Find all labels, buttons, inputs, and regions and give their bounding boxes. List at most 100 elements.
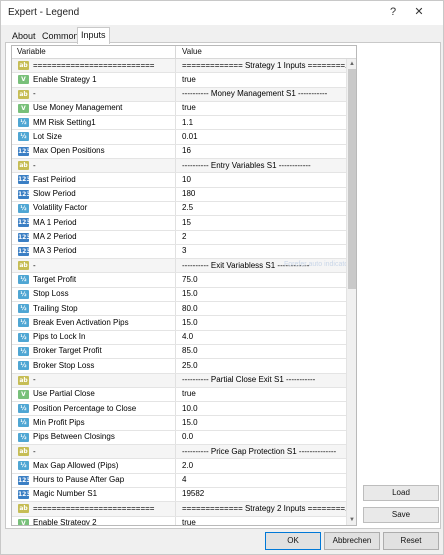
variable-value[interactable]: true <box>182 75 196 84</box>
variable-value[interactable]: 10 <box>182 175 191 184</box>
reset-button[interactable]: Reset <box>383 532 439 550</box>
table-row[interactable]: ½ MM Risk Setting1 1.1 <box>12 116 346 131</box>
tab-inputs[interactable]: Inputs <box>77 27 110 44</box>
variable-value[interactable]: 15.0 <box>182 418 198 427</box>
inputs-grid: Variable Value ab =======================… <box>11 45 357 526</box>
variable-value[interactable]: 0.01 <box>182 132 198 141</box>
help-icon[interactable]: ? <box>383 4 403 21</box>
table-row[interactable]: 123 Max Open Positions 16 <box>12 144 346 160</box>
table-row[interactable]: 123 Hours to Pause After Gap 4 <box>12 473 346 488</box>
variable-value[interactable]: ============= Strategy 2 Inputs ========… <box>182 504 352 513</box>
variable-name: Pips to Lock In <box>33 332 86 342</box>
tab-about[interactable]: About <box>9 29 39 43</box>
dbl-type-icon: ½ <box>18 346 29 356</box>
cell-divider <box>175 502 176 516</box>
table-row[interactable]: ½ Max Gap Allowed (Pips) 2.0 <box>12 459 346 474</box>
table-row[interactable]: ½ Trailing Stop 80.0 <box>12 302 346 317</box>
table-row[interactable]: ½ Lot Size 0.01 <box>12 130 346 145</box>
ab-type-icon: ab <box>18 89 29 99</box>
variable-value[interactable]: ---------- Partial Close Exit S1 -------… <box>182 375 315 384</box>
ab-type-icon: ab <box>18 261 29 271</box>
variable-value[interactable]: ---------- Money Management S1 ---------… <box>182 89 327 98</box>
variable-value[interactable]: 75.0 <box>182 275 198 284</box>
variable-name: Break Even Activation Pips <box>33 317 129 327</box>
variable-value[interactable]: 4.0 <box>182 332 193 341</box>
table-row[interactable]: 123 Magic Number S1 19582 <box>12 487 346 503</box>
variable-value[interactable]: 16 <box>182 146 191 155</box>
variable-value[interactable]: 4 <box>182 475 186 484</box>
variable-value[interactable]: 10.0 <box>182 404 198 413</box>
variable-value[interactable]: true <box>182 518 196 525</box>
variable-value[interactable]: 25.0 <box>182 361 198 370</box>
dbl-type-icon: ½ <box>18 304 29 314</box>
column-header-value[interactable]: Value <box>182 47 202 56</box>
variable-value[interactable]: 2.5 <box>182 203 193 212</box>
table-row[interactable]: V Enable Strategy 1 true <box>12 73 346 88</box>
cell-divider <box>175 330 176 344</box>
vertical-scrollbar[interactable]: ▲ ▼ <box>346 59 356 525</box>
table-row[interactable]: ½ Min Profit Pips 15.0 <box>12 416 346 431</box>
variable-value[interactable]: 2 <box>182 232 186 241</box>
ok-button[interactable]: OK <box>265 532 321 550</box>
table-row[interactable]: 123 MA 3 Period 3 <box>12 244 346 260</box>
table-row[interactable]: ½ Volatility Factor 2.5 <box>12 201 346 217</box>
cancel-button[interactable]: Abbrechen <box>324 532 380 550</box>
variable-value[interactable]: 15.0 <box>182 289 198 298</box>
variable-value[interactable]: 1.1 <box>182 118 193 127</box>
tab-common[interactable]: Common <box>39 29 82 43</box>
table-row[interactable]: ab - ---------- Money Management S1 ------… <box>12 87 346 102</box>
int-type-icon: 123 <box>18 489 31 499</box>
table-row[interactable]: V Use Money Management true <box>12 101 346 117</box>
variable-value[interactable]: ---------- Price Gap Protection S1 -----… <box>182 447 336 456</box>
load-button[interactable]: Load <box>363 485 439 501</box>
save-button[interactable]: Save <box>363 507 439 523</box>
variable-value[interactable]: 80.0 <box>182 304 198 313</box>
table-row[interactable]: ½ Break Even Activation Pips 15.0 <box>12 316 346 331</box>
cell-divider <box>175 373 176 387</box>
int-type-icon: 123 <box>18 475 31 485</box>
scroll-up-icon[interactable]: ▲ <box>347 59 356 69</box>
variable-value[interactable]: 0.0 <box>182 432 193 441</box>
table-row[interactable]: ½ Target Profit 75.0 <box>12 273 346 288</box>
variable-value[interactable]: 15.0 <box>182 318 198 327</box>
variable-value[interactable]: 2.0 <box>182 461 193 470</box>
close-icon[interactable]: ✕ <box>409 4 429 21</box>
table-row[interactable]: ½ Broker Stop Loss 25.0 <box>12 359 346 374</box>
column-header-variable[interactable]: Variable <box>17 47 46 56</box>
table-row[interactable]: 123 Slow Period 180 <box>12 187 346 202</box>
variable-value[interactable]: ---------- Entry Variables S1 ----------… <box>182 161 311 170</box>
variable-value[interactable]: 19582 <box>182 489 204 498</box>
variable-value[interactable]: 15 <box>182 218 191 227</box>
table-row[interactable]: ab - ---------- Price Gap Protection S1 --… <box>12 445 346 460</box>
table-row[interactable]: 123 Fast Peiriod 10 <box>12 173 346 188</box>
int-type-icon: 123 <box>18 175 31 185</box>
table-row[interactable]: ½ Broker Target Profit 85.0 <box>12 344 346 360</box>
table-row[interactable]: 123 MA 2 Period 2 <box>12 230 346 245</box>
table-row[interactable]: ab ========================== ============… <box>12 502 352 517</box>
table-row[interactable]: ab - ---------- Partial Close Exit S1 ----… <box>12 373 346 388</box>
variable-value[interactable]: 85.0 <box>182 346 198 355</box>
table-row[interactable]: 123 MA 1 Period 15 <box>12 216 346 231</box>
variable-value[interactable]: 180 <box>182 189 195 198</box>
column-divider[interactable] <box>175 46 176 59</box>
dbl-type-icon: ½ <box>18 289 29 299</box>
cell-divider <box>175 187 176 201</box>
int-type-icon: 123 <box>18 146 31 156</box>
variable-value[interactable]: ============= Strategy 1 Inputs ========… <box>182 61 352 70</box>
scroll-thumb[interactable] <box>348 69 356 289</box>
cell-divider <box>175 416 176 430</box>
variable-value[interactable]: 3 <box>182 246 186 255</box>
table-row[interactable]: ½ Stop Loss 15.0 <box>12 287 346 303</box>
table-row[interactable]: ½ Pips Between Closings 0.0 <box>12 430 346 446</box>
table-row[interactable]: ½ Pips to Lock In 4.0 <box>12 330 346 345</box>
variable-value[interactable]: true <box>182 103 196 112</box>
table-row[interactable]: V Enable Strategy 2 true <box>12 516 346 525</box>
table-row[interactable]: ab ========================== ============… <box>12 59 352 74</box>
expert-dialog: Expert - Legend ? ✕ About Common Inputs … <box>0 0 444 555</box>
table-row[interactable]: V Use Partial Close true <box>12 387 346 403</box>
cell-divider <box>175 459 176 473</box>
table-row[interactable]: ½ Position Percentage to Close 10.0 <box>12 402 346 417</box>
scroll-down-icon[interactable]: ▼ <box>347 515 356 525</box>
variable-value[interactable]: true <box>182 389 196 398</box>
table-row[interactable]: ab - ---------- Entry Variables S1 -------… <box>12 159 346 174</box>
